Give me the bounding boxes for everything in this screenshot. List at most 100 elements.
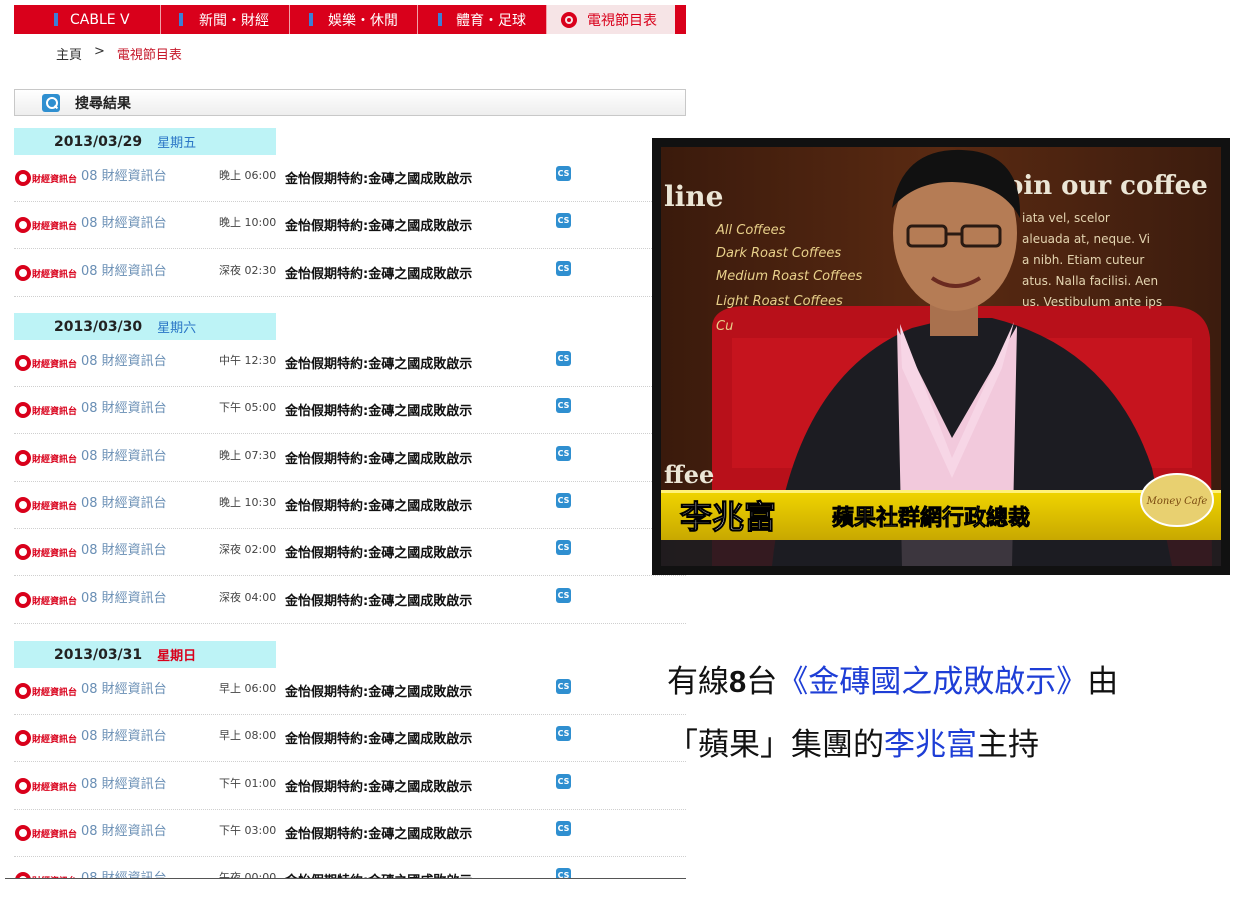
photo-paragraph-line: iata vel, scelor xyxy=(1022,211,1110,225)
channel-name[interactable]: 08 財經資訊台 xyxy=(81,397,167,416)
cs-badge-icon: CS xyxy=(556,351,571,366)
cs-badge-icon: CS xyxy=(556,679,571,694)
photo-menu-item: All Coffees xyxy=(715,223,786,238)
program-title[interactable]: 金怡假期特約:金磚之國成敗啟示 xyxy=(285,353,472,372)
nav-marker-icon xyxy=(179,13,183,26)
schedule-row[interactable]: 財經資訊台 08 財經資訊台 深夜 02:00 金怡假期特約:金磚之國成敗啟示 CS xyxy=(14,529,686,577)
channel-logo-text: 財經資訊台 xyxy=(32,688,78,698)
air-time: 中午 12:30 xyxy=(219,354,277,367)
program-title[interactable]: 金怡假期特約:金磚之國成敗啟示 xyxy=(285,590,472,609)
schedule-row[interactable]: 財經資訊台 08 財經資訊台 中午 12:30 金怡假期特約:金磚之國成敗啟示 CS xyxy=(14,340,686,387)
caption-text: 有線8台《金磚國之成敗啟示》由 「蘋果」集團的李兆富主持 xyxy=(667,650,1237,777)
photo-paragraph-line: atus. Nalla facilisi. Aen xyxy=(1022,274,1158,288)
photo-paragraph-line: a nibh. Etiam cuteur xyxy=(1022,253,1144,267)
air-time: 晚上 10:30 xyxy=(219,495,277,509)
cs-badge-icon: CS xyxy=(556,492,571,508)
program-title[interactable]: 金怡假期特約:金磚之國成敗啟示 xyxy=(285,823,472,842)
program-logo: Money Cafe xyxy=(1146,496,1208,507)
air-time: 下午 01:00 xyxy=(219,776,277,790)
schedule-row[interactable]: 財經資訊台 08 財經資訊台 晚上 06:00 金怡假期特約:金磚之國成敗啟示 CS xyxy=(14,155,686,202)
program-title[interactable]: 金怡假期特約:金磚之國成敗啟示 xyxy=(285,168,472,187)
program-title[interactable]: 金怡假期特約:金磚之國成敗啟示 xyxy=(285,776,472,795)
nav-item-sports[interactable]: 體育・足球 xyxy=(418,5,547,34)
nav-item-tv-schedule[interactable]: 電視節目表 xyxy=(547,5,675,34)
channel-logo-icon xyxy=(15,449,31,466)
schedule-row[interactable]: 財經資訊台 08 財經資訊台 深夜 04:00 金怡假期特約:金磚之國成敗啟示 CS xyxy=(14,577,686,624)
date-header: 2013/03/29 星期五 xyxy=(14,128,276,155)
program-title[interactable]: 金怡假期特約:金磚之國成敗啟示 xyxy=(285,681,472,700)
channel-name[interactable]: 08 財經資訊台 xyxy=(81,260,167,279)
cs-badge-icon: CS xyxy=(556,820,571,836)
channel-name[interactable]: 08 財經資訊台 xyxy=(81,773,167,792)
photo-lower-left-text: ffee xyxy=(664,460,714,489)
program-title[interactable]: 金怡假期特約:金磚之國成敗啟示 xyxy=(285,728,472,747)
channel-name[interactable]: 08 財經資訊台 xyxy=(81,212,167,231)
nav-item-label: 新聞・財經 xyxy=(199,12,269,29)
breadcrumb-home-link[interactable]: 主頁 xyxy=(56,44,82,63)
channel-logo-text: 財經資訊台 xyxy=(32,829,78,840)
nav-item-entertainment[interactable]: 娛樂・休閒 xyxy=(290,5,418,34)
schedule-row[interactable]: 財經資訊台 08 財經資訊台 早上 06:00 金怡假期特約:金磚之國成敗啟示 CS xyxy=(14,668,686,715)
divider xyxy=(5,878,686,879)
channel-name[interactable]: 08 財經資訊台 xyxy=(81,587,167,606)
nav-marker-icon xyxy=(54,13,58,26)
search-results-header: 搜尋結果 xyxy=(14,89,686,116)
date-label: 2013/03/30 xyxy=(54,318,143,335)
program-title[interactable]: 金怡假期特約:金磚之國成敗啟示 xyxy=(285,495,472,514)
nav-item-cablev[interactable]: CABLE V xyxy=(14,5,161,34)
cs-badge-icon: CS xyxy=(556,445,571,461)
channel-name[interactable]: 08 財經資訊台 xyxy=(81,725,167,744)
nav-item-label: 娛樂・休閒 xyxy=(328,12,398,29)
channel-logo-icon xyxy=(15,730,31,747)
channel-name[interactable]: 08 財經資訊台 xyxy=(81,539,167,558)
channel-logo-icon xyxy=(15,170,31,186)
cs-badge-icon: CS xyxy=(556,166,571,181)
nav-item-label: CABLE V xyxy=(70,11,130,28)
program-title[interactable]: 金怡假期特約:金磚之國成敗啟示 xyxy=(285,215,472,234)
channel-logo-text: 財經資訊台 xyxy=(32,454,78,465)
caption-line-2: 「蘋果」集團的李兆富主持 xyxy=(667,727,1039,763)
cs-badge-icon: CS xyxy=(556,726,571,742)
program-screenshot: line All Coffees Dark Roast Coffees Medi… xyxy=(652,138,1230,575)
schedule-row[interactable]: 財經資訊台 08 財經資訊台 下午 05:00 金怡假期特約:金磚之國成敗啟示 CS xyxy=(14,387,686,435)
channel-logo-text: 財經資訊台 xyxy=(32,596,78,607)
schedule-row[interactable]: 財經資訊台 08 財經資訊台 早上 08:00 金怡假期特約:金磚之國成敗啟示 CS xyxy=(14,715,686,763)
schedule-row[interactable]: 財經資訊台 08 財經資訊台 深夜 02:30 金怡假期特約:金磚之國成敗啟示 CS xyxy=(14,250,686,297)
breadcrumb-current: 電視節目表 xyxy=(116,48,182,63)
photo-menu-heading: line xyxy=(664,180,723,213)
program-title[interactable]: 金怡假期特約:金磚之國成敗啟示 xyxy=(285,400,472,419)
schedule-row[interactable]: 財經資訊台 08 財經資訊台 晚上 10:00 金怡假期特約:金磚之國成敗啟示 CS xyxy=(14,202,686,250)
weekday-label: 星期日 xyxy=(157,649,197,664)
channel-name[interactable]: 08 財經資訊台 xyxy=(81,350,167,369)
channel-logo-icon xyxy=(15,544,31,561)
date-label: 2013/03/31 xyxy=(54,646,143,663)
breadcrumb: 主頁 > 電視節目表 xyxy=(56,44,182,63)
channel-logo-icon xyxy=(15,355,31,371)
date-label: 2013/03/29 xyxy=(54,133,143,150)
swirl-icon xyxy=(561,12,577,28)
photo-menu-item: Dark Roast Coffees xyxy=(716,246,841,261)
channel-name[interactable]: 08 財經資訊台 xyxy=(81,445,167,464)
weekday-label: 星期五 xyxy=(157,136,197,151)
schedule-row[interactable]: 財經資訊台 08 財經資訊台 晚上 10:30 金怡假期特約:金磚之國成敗啟示 CS xyxy=(14,482,686,529)
program-title[interactable]: 金怡假期特約:金磚之國成敗啟示 xyxy=(285,542,472,561)
weekday-label: 星期六 xyxy=(157,321,197,336)
channel-name[interactable]: 08 財經資訊台 xyxy=(81,165,167,184)
schedule-row[interactable]: 財經資訊台 08 財經資訊台 下午 03:00 金怡假期特約:金磚之國成敗啟示 CS xyxy=(14,810,686,857)
channel-name[interactable]: 08 財經資訊台 xyxy=(81,678,167,697)
channel-name[interactable]: 08 財經資訊台 xyxy=(81,820,167,839)
breadcrumb-separator: > xyxy=(94,44,105,59)
photo-menu-item: Cu xyxy=(716,319,733,334)
program-title[interactable]: 金怡假期特約:金磚之國成敗啟示 xyxy=(285,263,472,282)
channel-logo-text: 財經資訊台 xyxy=(32,501,78,512)
channel-logo-text: 財經資訊台 xyxy=(32,269,78,280)
search-icon xyxy=(42,93,60,112)
nav-item-label: 電視節目表 xyxy=(587,12,657,29)
program-title[interactable]: 金怡假期特約:金磚之國成敗啟示 xyxy=(285,448,472,467)
schedule-row[interactable]: 財經資訊台 08 財經資訊台 下午 01:00 金怡假期特約:金磚之國成敗啟示 CS xyxy=(14,763,686,810)
nav-item-news-finance[interactable]: 新聞・財經 xyxy=(161,5,290,34)
schedule-row[interactable]: 財經資訊台 08 財經資訊台 晚上 07:30 金怡假期特約:金磚之國成敗啟示 CS xyxy=(14,435,686,482)
channel-logo-text: 財經資訊台 xyxy=(32,549,78,560)
nav-item-label: 體育・足球 xyxy=(456,12,526,29)
channel-name[interactable]: 08 財經資訊台 xyxy=(81,492,167,511)
